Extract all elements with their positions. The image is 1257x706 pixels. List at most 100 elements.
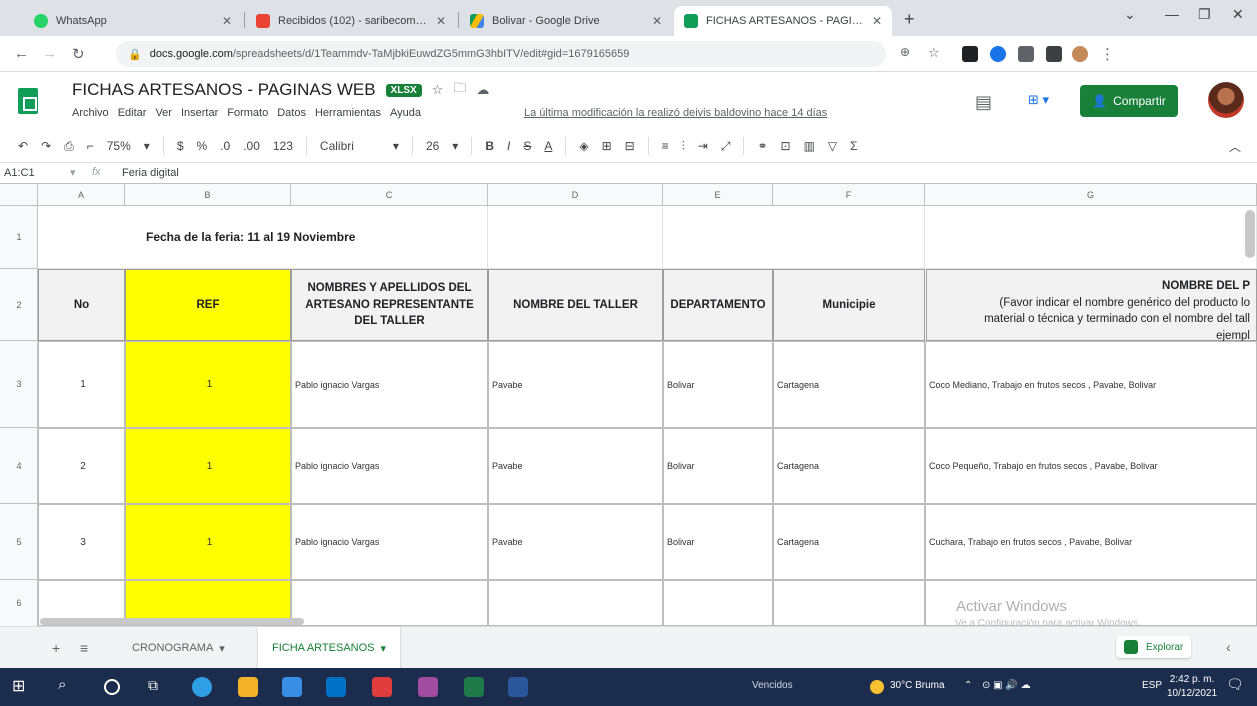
header-municipio[interactable]: Municipie [773,269,925,341]
sheet-tab-cronograma[interactable]: CRONOGRAMA ▾ [118,627,239,669]
name-box[interactable]: A1:C1 [4,167,35,179]
move-folder-icon[interactable]: 🗀 [453,79,466,101]
notifications-icon[interactable]: 🗨 [1226,676,1246,696]
cell-taller[interactable]: Pavabe [488,504,663,580]
row-header[interactable]: 1 [0,206,38,269]
menu-insertar[interactable]: Insertar [181,107,218,119]
browser-tab-sheets[interactable]: FICHAS ARTESANOS - PAGINAS WEB ✕ [674,6,892,36]
menu-ayuda[interactable]: Ayuda [390,107,421,119]
row-header[interactable]: 6 [0,580,38,626]
close-window-button[interactable]: ✕ [1232,6,1244,23]
spreadsheet-grid[interactable]: A B C D E F G 1 2 3 4 5 6 Fecha de la fe… [0,184,1257,626]
minimize-button[interactable]: — [1165,6,1179,22]
header-nombres[interactable]: NOMBRES Y APELLIDOS DEL ARTESANO REPRESE… [291,269,488,341]
select-all-corner[interactable] [0,184,38,206]
filter-icon[interactable]: ▽ [828,139,837,153]
fill-color-icon[interactable]: ◈ [579,139,588,153]
weather-sun-icon[interactable] [870,680,884,694]
cell-municipio[interactable]: Cartagena [773,504,925,580]
extension-icon[interactable] [990,46,1006,62]
italic-button[interactable]: I [507,139,510,153]
cell-no[interactable]: 2 [38,428,125,504]
close-tab-icon[interactable]: ✕ [436,14,446,28]
chevron-down-icon[interactable]: ▾ [144,139,150,153]
cell[interactable] [663,206,925,269]
column-header-f[interactable]: F [773,184,925,206]
cell-producto[interactable]: Coco Pequeño, Trabajo en frutos secos , … [925,428,1257,504]
browser-tab-drive[interactable]: Bolivar - Google Drive ✕ [460,6,672,36]
bookmark-star-icon[interactable]: ☆ [928,45,940,61]
explore-button[interactable]: Explorar [1116,636,1192,658]
last-edit-link[interactable]: La última modificación la realizó deivis… [524,107,827,119]
bold-button[interactable]: B [485,139,494,153]
column-header-d[interactable]: D [488,184,663,206]
cell-ref[interactable]: 1 [125,428,291,504]
borders-icon[interactable]: ⊞ [602,139,612,153]
extension-icon[interactable] [1018,46,1034,62]
insert-link-icon[interactable]: ⚭ [757,139,767,153]
menu-editar[interactable]: Editar [118,107,147,119]
collapse-toolbar-icon[interactable]: ︿ [1229,138,1241,155]
decrease-decimal-button[interactable]: .0 [220,139,230,153]
cell-departamento[interactable]: Bolivar [663,504,773,580]
cell[interactable] [925,206,1257,269]
cell-nombre[interactable]: Pablo ignacio Vargas [291,428,488,504]
all-sheets-menu-icon[interactable]: ≡ [80,640,88,656]
menu-herramientas[interactable]: Herramientas [315,107,381,119]
font-family-select[interactable]: Calibri [320,139,380,153]
cell[interactable] [291,580,488,626]
extensions-puzzle-icon[interactable] [1046,46,1062,62]
maximize-button[interactable]: ❐ [1198,6,1211,23]
file-explorer-icon[interactable] [238,677,258,697]
horizontal-align-icon[interactable]: ≡ [662,139,669,153]
paint-format-icon[interactable]: ⌐ [87,139,94,153]
header-taller[interactable]: NOMBRE DEL TALLER [488,269,663,341]
chevron-down-icon[interactable]: ▾ [219,642,225,655]
cell[interactable] [773,580,925,626]
cortana-icon[interactable] [104,679,120,695]
add-sheet-button[interactable]: + [52,640,60,656]
strikethrough-button[interactable]: S [523,139,531,153]
edge-icon[interactable] [192,677,212,697]
cell-taller[interactable]: Pavabe [488,341,663,428]
row-header[interactable]: 4 [0,428,38,504]
column-header-g[interactable]: G [925,184,1257,206]
redo-icon[interactable]: ↷ [41,139,51,153]
present-meeting-icon[interactable]: ⊞ ▾ [1028,92,1049,108]
zoom-select[interactable]: 75% [107,139,131,153]
font-size-select[interactable]: 26 [426,139,439,153]
functions-button[interactable]: Σ [850,139,857,153]
cell[interactable] [663,580,773,626]
menu-archivo[interactable]: Archivo [72,107,109,119]
task-view-icon[interactable]: ⧉ [148,677,168,697]
chevron-down-icon[interactable]: ▾ [393,139,399,153]
chevron-down-icon[interactable]: ▾ [452,139,458,153]
reload-button[interactable]: ↻ [72,45,85,63]
header-producto[interactable]: NOMBRE DEL P (Favor indicar el nombre ge… [926,269,1257,342]
word-icon[interactable] [508,677,528,697]
sheets-logo-icon[interactable] [18,88,38,114]
star-icon[interactable]: ☆ [432,82,444,98]
profile-avatar[interactable] [1072,46,1088,62]
row-header[interactable]: 3 [0,341,38,428]
increase-decimal-button[interactable]: .00 [243,139,260,153]
cell[interactable] [488,206,663,269]
menu-datos[interactable]: Datos [277,107,306,119]
cell-municipio[interactable]: Cartagena [773,341,925,428]
back-button[interactable]: ← [14,45,29,62]
vertical-scrollbar[interactable] [1245,210,1255,258]
header-ref[interactable]: REF [125,269,291,341]
sheet-tab-ficha-artesanos[interactable]: FICHA ARTESANOS ▾ [258,627,401,669]
side-panel-toggle-icon[interactable]: ‹ [1226,639,1231,655]
column-header-a[interactable]: A [38,184,125,206]
close-tab-icon[interactable]: ✕ [652,14,662,28]
cell-departamento[interactable]: Bolivar [663,428,773,504]
system-tray-icons[interactable]: ⊙ ▣ 🔊 ☁ [982,680,1031,691]
chevron-up-icon[interactable]: ⌃ [964,680,972,691]
comments-icon[interactable]: ▤ [975,92,992,113]
cell-ref[interactable]: 1 [125,341,291,428]
cell-ref[interactable]: 1 [125,504,291,580]
cell-nombre[interactable]: Pablo ignacio Vargas [291,504,488,580]
cell[interactable] [488,580,663,626]
column-header-c[interactable]: C [291,184,488,206]
